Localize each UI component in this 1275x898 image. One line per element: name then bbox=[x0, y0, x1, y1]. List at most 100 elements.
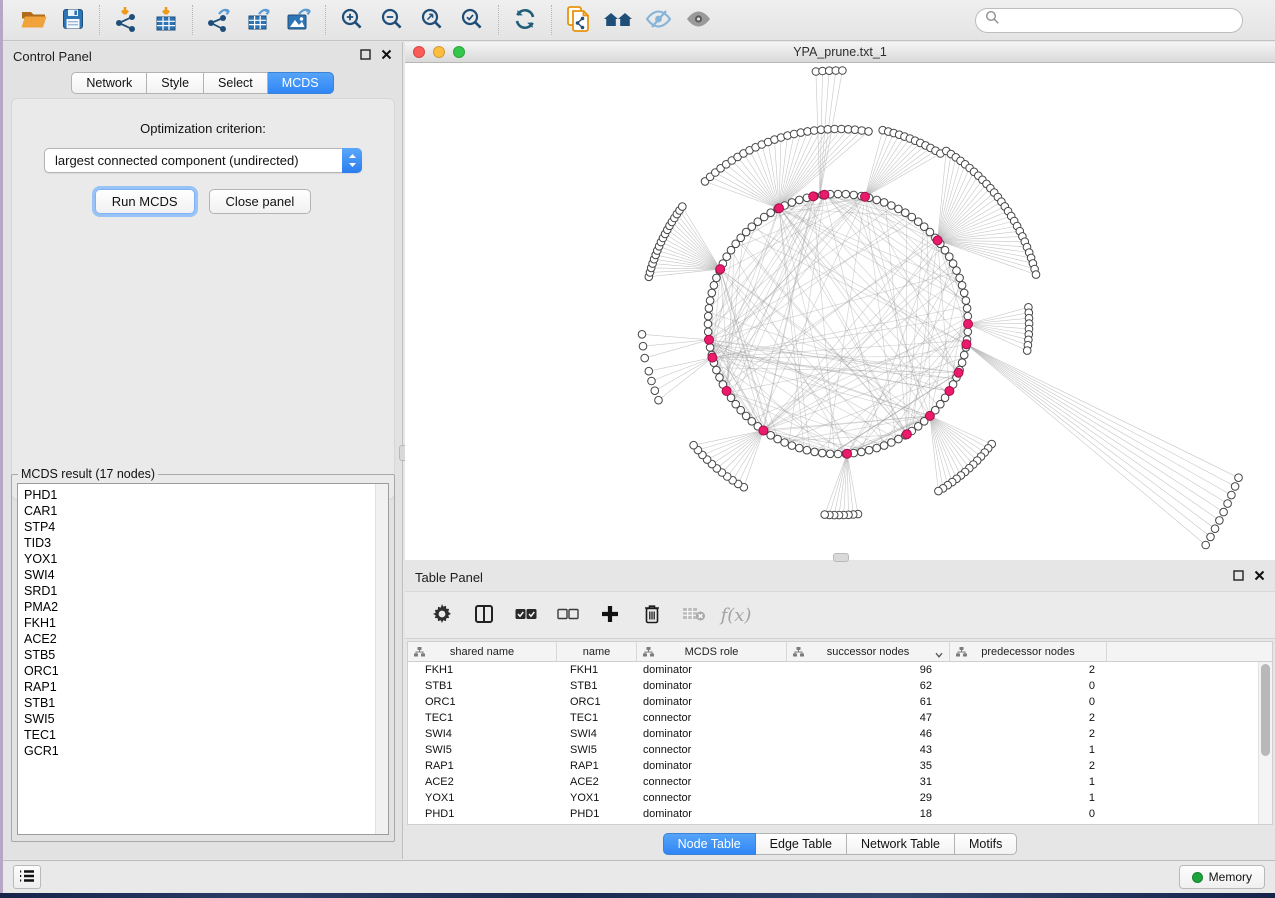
graph-node[interactable] bbox=[781, 439, 789, 447]
graph-node[interactable] bbox=[713, 274, 721, 282]
graph-node[interactable] bbox=[960, 289, 968, 297]
cell-role[interactable]: connector bbox=[637, 710, 787, 726]
export-image-button[interactable] bbox=[279, 3, 319, 37]
cell-shared-name[interactable]: ACE2 bbox=[408, 774, 557, 790]
graph-node[interactable] bbox=[704, 320, 712, 328]
export-network-button[interactable] bbox=[199, 3, 239, 37]
cell-role[interactable]: connector bbox=[637, 774, 787, 790]
cell-predecessors[interactable]: 0 bbox=[950, 806, 1107, 822]
graph-node-mcds[interactable] bbox=[843, 449, 852, 458]
memory-button[interactable]: Memory bbox=[1179, 865, 1265, 889]
graph-node[interactable] bbox=[958, 359, 966, 367]
show-columns-button[interactable] bbox=[467, 597, 501, 633]
graph-node[interactable] bbox=[716, 374, 724, 382]
task-history-button[interactable] bbox=[13, 865, 41, 889]
cell-shared-name[interactable]: STB1 bbox=[408, 678, 557, 694]
float-panel-icon[interactable] bbox=[1233, 568, 1244, 586]
table-row[interactable]: ACE2ACE2connector311 bbox=[408, 774, 1258, 790]
hide-selected-button[interactable] bbox=[638, 3, 678, 37]
graph-node[interactable] bbox=[1202, 541, 1210, 549]
cell-successors[interactable]: 47 bbox=[787, 710, 950, 726]
tab-motifs[interactable]: Motifs bbox=[955, 833, 1017, 855]
graph-node[interactable] bbox=[679, 203, 687, 211]
table-settings-button[interactable] bbox=[425, 597, 459, 633]
criterion-select[interactable]: largest connected component (undirected) bbox=[44, 148, 362, 173]
cell-role[interactable]: dominator bbox=[637, 758, 787, 774]
column-header-shared-name[interactable]: shared name bbox=[408, 642, 557, 661]
graph-node[interactable] bbox=[946, 253, 954, 261]
graph-node[interactable] bbox=[963, 305, 971, 313]
graph-node[interactable] bbox=[651, 387, 659, 395]
graph-node[interactable] bbox=[811, 448, 819, 456]
table-row[interactable]: ORC1ORC1dominator610 bbox=[408, 694, 1258, 710]
graph-node[interactable] bbox=[1211, 525, 1219, 533]
graph-node[interactable] bbox=[1032, 271, 1040, 279]
graph-node[interactable] bbox=[705, 305, 713, 313]
mcds-result-item[interactable]: RAP1 bbox=[24, 679, 388, 695]
graph-node[interactable] bbox=[873, 196, 881, 204]
graph-node[interactable] bbox=[880, 199, 888, 207]
mcds-result-item[interactable]: STB1 bbox=[24, 695, 388, 711]
mcds-result-item[interactable]: GCR1 bbox=[24, 743, 388, 759]
graph-node[interactable] bbox=[655, 396, 663, 404]
show-all-button[interactable] bbox=[678, 3, 718, 37]
maximize-window-icon[interactable] bbox=[453, 46, 465, 58]
graph-node[interactable] bbox=[888, 439, 896, 447]
tab-mcds[interactable]: MCDS bbox=[268, 72, 334, 94]
graph-node[interactable] bbox=[788, 199, 796, 207]
graph-node-mcds[interactable] bbox=[954, 368, 963, 377]
graph-node-mcds[interactable] bbox=[716, 265, 725, 274]
tab-network-table[interactable]: Network Table bbox=[847, 833, 955, 855]
mcds-list-scrollbar[interactable] bbox=[375, 484, 388, 834]
graph-node[interactable] bbox=[1231, 483, 1239, 491]
cell-role[interactable]: dominator bbox=[637, 694, 787, 710]
graph-node[interactable] bbox=[645, 367, 653, 375]
graph-node-mcds[interactable] bbox=[759, 426, 768, 435]
graph-node[interactable] bbox=[888, 202, 896, 210]
horizontal-splitter-handle[interactable] bbox=[833, 553, 849, 562]
graph-node[interactable] bbox=[1220, 508, 1228, 516]
cell-predecessors[interactable]: 0 bbox=[950, 694, 1107, 710]
cell-shared-name[interactable]: YOX1 bbox=[408, 790, 557, 806]
graph-node-mcds[interactable] bbox=[933, 236, 942, 245]
graph-node-mcds[interactable] bbox=[705, 335, 714, 344]
graph-node[interactable] bbox=[638, 331, 646, 339]
cell-shared-name[interactable]: RAP1 bbox=[408, 758, 557, 774]
cell-name[interactable]: SWI5 bbox=[557, 742, 637, 758]
cell-name[interactable]: ORC1 bbox=[557, 694, 637, 710]
save-session-button[interactable] bbox=[53, 3, 93, 37]
graph-node-mcds[interactable] bbox=[775, 204, 784, 213]
import-table-button[interactable] bbox=[146, 3, 186, 37]
export-table-button[interactable] bbox=[239, 3, 279, 37]
graph-node[interactable] bbox=[826, 450, 834, 458]
zoom-selected-button[interactable] bbox=[452, 3, 492, 37]
graph-node-mcds[interactable] bbox=[925, 411, 934, 420]
network-graph[interactable] bbox=[405, 63, 1275, 560]
table-row[interactable]: FKH1FKH1dominator962 bbox=[408, 662, 1258, 678]
close-panel-icon[interactable] bbox=[1254, 568, 1265, 586]
graph-node[interactable] bbox=[639, 342, 647, 350]
graph-node-mcds[interactable] bbox=[722, 387, 731, 396]
cell-successors[interactable]: 43 bbox=[787, 742, 950, 758]
graph-node[interactable] bbox=[819, 449, 827, 457]
graph-node[interactable] bbox=[834, 190, 842, 198]
open-session-button[interactable] bbox=[13, 3, 53, 37]
graph-node-mcds[interactable] bbox=[809, 192, 818, 201]
cell-name[interactable]: TEC1 bbox=[557, 710, 637, 726]
cell-predecessors[interactable]: 0 bbox=[950, 678, 1107, 694]
graph-node[interactable] bbox=[834, 450, 842, 458]
zoom-out-button[interactable] bbox=[372, 3, 412, 37]
graph-node-mcds[interactable] bbox=[902, 430, 911, 439]
graph-node[interactable] bbox=[964, 328, 972, 336]
cell-predecessors[interactable]: 1 bbox=[950, 774, 1107, 790]
graph-node[interactable] bbox=[895, 435, 903, 443]
table-row[interactable]: TEC1TEC1connector472 bbox=[408, 710, 1258, 726]
cell-successors[interactable]: 29 bbox=[787, 790, 950, 806]
graph-node[interactable] bbox=[964, 312, 972, 320]
run-mcds-button[interactable]: Run MCDS bbox=[95, 189, 195, 214]
graph-node[interactable] bbox=[767, 209, 775, 217]
graph-node[interactable] bbox=[1216, 517, 1224, 525]
graph-node[interactable] bbox=[858, 448, 866, 456]
graph-node[interactable] bbox=[865, 128, 873, 136]
graph-node[interactable] bbox=[710, 282, 718, 290]
